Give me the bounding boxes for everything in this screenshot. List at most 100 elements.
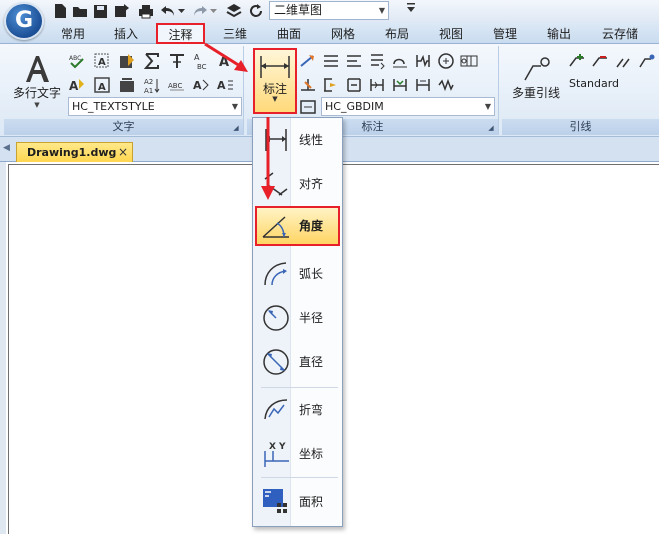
- sigma-symbol-icon[interactable]: [143, 52, 161, 70]
- menu-separator: [261, 387, 338, 388]
- dim-override-icon[interactable]: [414, 76, 432, 94]
- workspace-combo[interactable]: 二维草图 ▼: [269, 1, 389, 20]
- dim-update-icon[interactable]: [299, 52, 317, 70]
- annotate-tab-highlight: [156, 23, 205, 44]
- menu-item-aligned[interactable]: 对齐: [255, 164, 340, 204]
- customize-toolbar-icon[interactable]: [407, 2, 415, 17]
- app-logo[interactable]: G: [4, 2, 44, 40]
- edit-text-icon[interactable]: [118, 52, 136, 70]
- menu-item-angular[interactable]: 角度: [255, 206, 340, 246]
- new-file-icon[interactable]: [52, 3, 68, 19]
- text-scale-icon[interactable]: A: [192, 76, 210, 94]
- logo-letter: G: [14, 8, 34, 33]
- menu-item-radius[interactable]: 半径: [255, 298, 340, 338]
- svg-text:A: A: [193, 79, 202, 92]
- text-case-icon[interactable]: A BC: [192, 52, 210, 70]
- dim-oblique-icon[interactable]: [299, 76, 317, 94]
- save-as-icon[interactable]: [114, 3, 130, 19]
- tab-3d[interactable]: 三维: [212, 24, 258, 44]
- dim-reassociate-icon[interactable]: [391, 76, 409, 94]
- dim-jog-line-icon[interactable]: [414, 52, 432, 70]
- menu-item-arc-length[interactable]: 弧长: [255, 254, 340, 294]
- panel-launcher-icon[interactable]: ◢: [231, 123, 241, 133]
- menu-item-label: 弧长: [299, 267, 324, 281]
- dim-baseline-icon[interactable]: [322, 52, 340, 70]
- dim-quick-icon[interactable]: [437, 76, 455, 94]
- ribbon-tabs: 常用 插入 注释 三维 曲面 网格 布局 视图 管理 输出 云存储: [0, 22, 659, 45]
- text-mask-icon[interactable]: [118, 76, 136, 94]
- tab-layout[interactable]: 布局: [374, 24, 420, 44]
- tab-surface[interactable]: 曲面: [266, 24, 312, 44]
- dim-style-value: HC_GBDIM: [325, 100, 384, 113]
- svg-text:A: A: [98, 57, 106, 68]
- document-tab[interactable]: Drawing1.dwg ×: [16, 142, 133, 163]
- layers-icon[interactable]: [226, 3, 242, 19]
- radius-icon: [263, 305, 289, 331]
- tab-nav-left-icon[interactable]: ◀: [3, 143, 10, 153]
- svg-text:A: A: [98, 82, 106, 93]
- tab-view[interactable]: 视图: [428, 24, 474, 44]
- text-style-value: HC_TEXTSTYLE: [72, 100, 155, 113]
- menu-item-label: 面积: [299, 495, 324, 509]
- tolerance-icon[interactable]: [460, 52, 478, 70]
- remove-leader-icon[interactable]: [591, 52, 609, 70]
- dim-continue-icon[interactable]: [345, 52, 363, 70]
- open-folder-icon[interactable]: [72, 3, 88, 19]
- text-color-icon[interactable]: A: [68, 76, 86, 94]
- arc-length-icon: [264, 262, 287, 286]
- redo-icon[interactable]: [192, 3, 208, 19]
- single-line-text-icon[interactable]: [168, 52, 186, 70]
- collect-leader-icon[interactable]: [637, 52, 655, 70]
- dimension-dropdown-menu: 线性 对齐 角度 弧长 半径 直径 折弯 X Y 坐标 面积: [252, 117, 343, 527]
- text-frame-icon[interactable]: A: [93, 76, 111, 94]
- svg-text:A1: A1: [144, 87, 153, 94]
- add-leader-icon[interactable]: [568, 52, 586, 70]
- text-style-combo[interactable]: HC_TEXTSTYLE ▼: [68, 97, 242, 116]
- menu-item-ordinate[interactable]: X Y 坐标: [255, 434, 340, 474]
- diameter-icon: [263, 349, 289, 375]
- text-align-icon[interactable]: A: [216, 52, 234, 70]
- leader-style-combo[interactable]: Standard: [566, 75, 656, 94]
- dim-inspect-icon[interactable]: [368, 76, 386, 94]
- leader-panel: 多重引线 Standard 引线: [502, 46, 659, 135]
- menu-item-label: 角度: [299, 219, 324, 233]
- dim-text-edit-icon[interactable]: [322, 76, 340, 94]
- tab-manage[interactable]: 管理: [482, 24, 528, 44]
- undo-dropdown-icon[interactable]: [178, 3, 186, 19]
- menu-item-jogged[interactable]: 折弯: [255, 390, 340, 430]
- dim-style-icon[interactable]: [299, 98, 317, 116]
- align-leader-icon[interactable]: [614, 52, 632, 70]
- tab-insert[interactable]: 插入: [103, 24, 149, 44]
- dim-align-icon[interactable]: [345, 76, 363, 94]
- multileader-button[interactable]: 多重引线: [506, 56, 566, 101]
- panel-launcher-icon[interactable]: ◢: [486, 123, 496, 133]
- tab-cloud-storage[interactable]: 云存储: [592, 24, 648, 44]
- close-icon[interactable]: ×: [118, 143, 128, 162]
- menu-item-area[interactable]: 面积: [255, 482, 340, 522]
- dim-space-icon[interactable]: [368, 52, 386, 70]
- undo-icon[interactable]: [160, 3, 176, 19]
- menu-item-linear[interactable]: 线性: [255, 120, 340, 160]
- menu-item-label: 对齐: [299, 177, 324, 191]
- tab-output[interactable]: 输出: [536, 24, 582, 44]
- save-icon[interactable]: [92, 3, 108, 19]
- leader-style-value: Standard: [569, 77, 620, 90]
- refresh-icon[interactable]: [248, 3, 264, 19]
- redo-dropdown-icon[interactable]: [210, 3, 218, 19]
- print-icon[interactable]: [138, 3, 154, 19]
- dim-style-combo[interactable]: HC_GBDIM ▼: [321, 97, 495, 116]
- chevron-down-icon: ▼: [484, 102, 491, 111]
- find-text-icon[interactable]: A: [93, 52, 111, 70]
- text-sort-icon[interactable]: A2 A1: [143, 76, 161, 94]
- text-justify-icon[interactable]: A: [216, 76, 234, 94]
- multiline-text-button[interactable]: 多行文字 ▼: [8, 54, 66, 109]
- tab-mesh[interactable]: 网格: [320, 24, 366, 44]
- text-abc-icon[interactable]: ABC: [168, 76, 186, 94]
- dimension-button[interactable]: 标注 ▼: [253, 48, 297, 114]
- center-mark-icon[interactable]: [437, 52, 455, 70]
- text-a-icon: [26, 56, 49, 82]
- spell-check-icon[interactable]: ABC: [68, 52, 86, 70]
- tab-home[interactable]: 常用: [50, 24, 96, 44]
- dim-break-icon[interactable]: [391, 52, 409, 70]
- menu-item-diameter[interactable]: 直径: [255, 342, 340, 382]
